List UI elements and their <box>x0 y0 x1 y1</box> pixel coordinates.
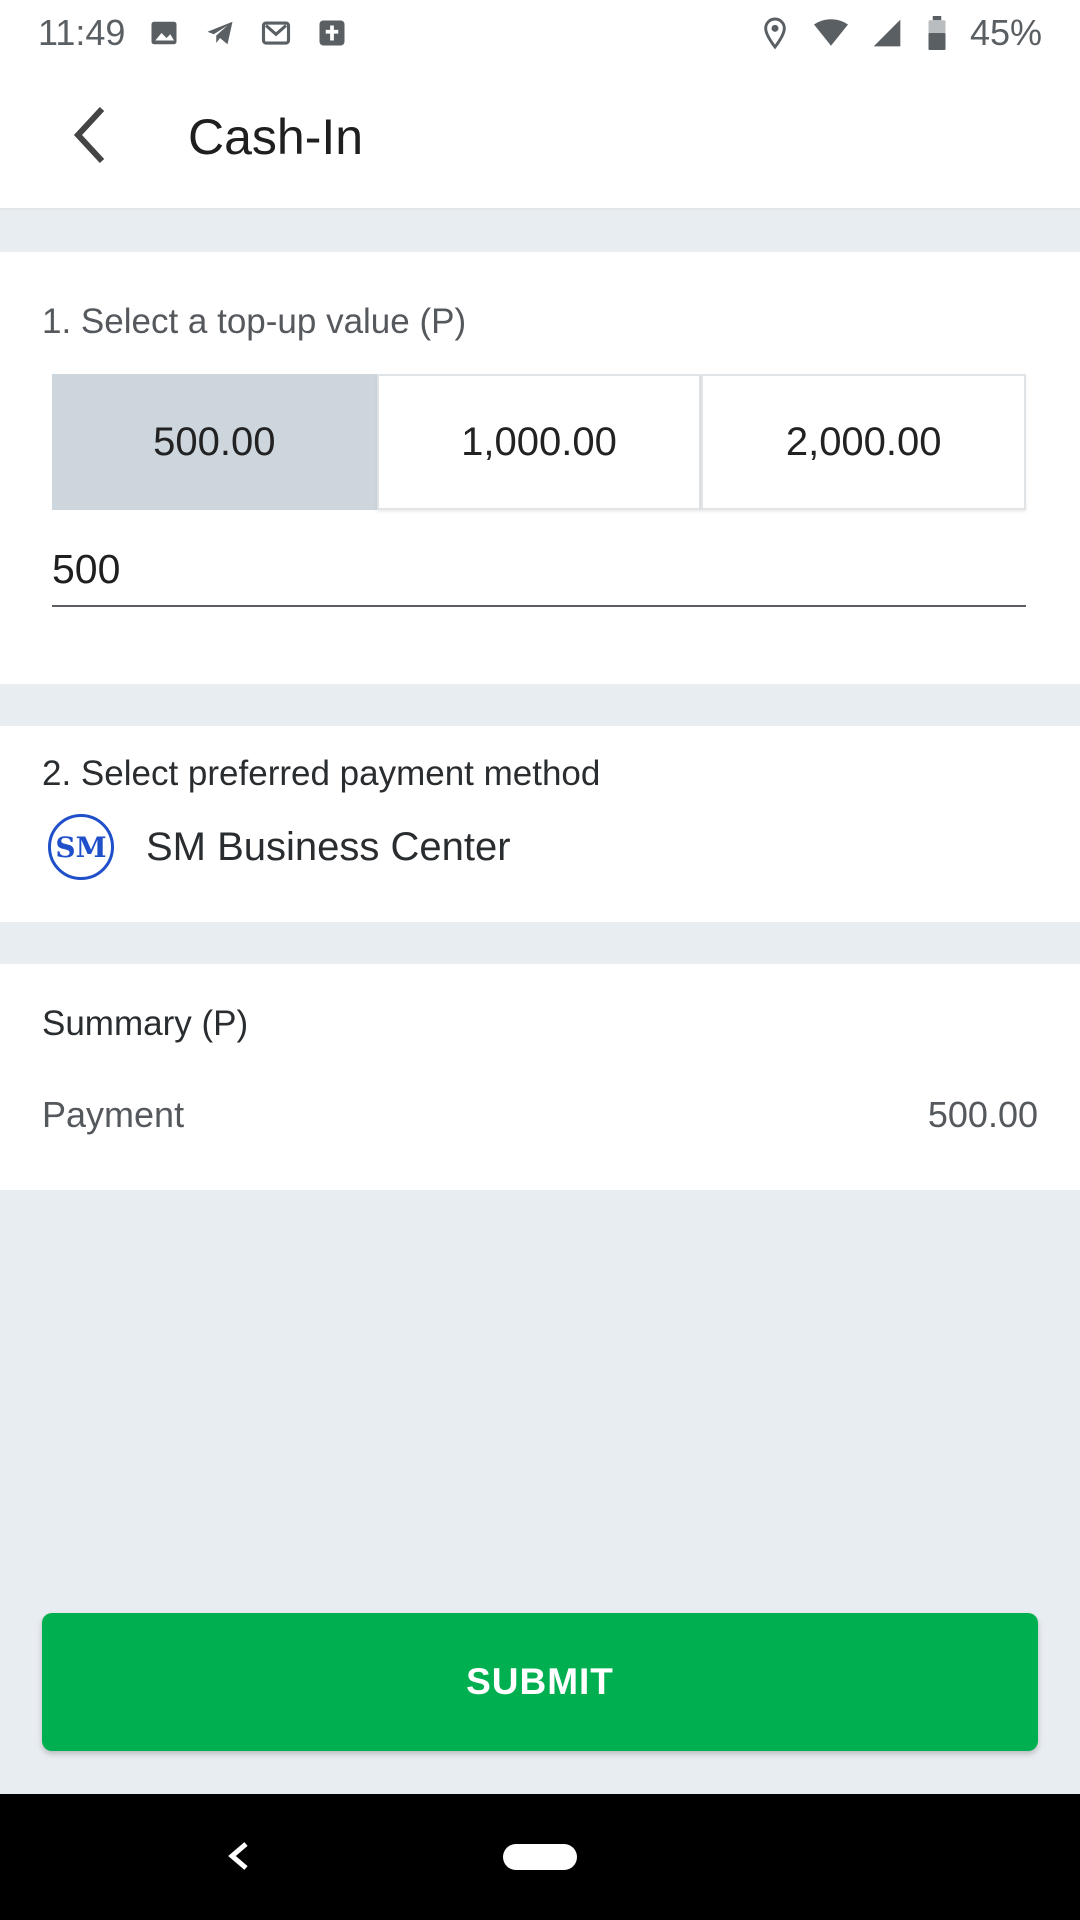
payment-method-row[interactable]: SM SM Business Center <box>42 814 1038 880</box>
app-bar: Cash-In <box>0 66 1080 210</box>
topup-options: 500.00 1,000.00 2,000.00 <box>52 374 1027 510</box>
summary-label: Summary (P) <box>42 1004 249 1043</box>
amount-field-wrapper <box>52 546 1026 607</box>
page-title: Cash-In <box>188 109 364 165</box>
sm-logo: SM <box>48 814 114 880</box>
back-button[interactable] <box>40 87 140 187</box>
status-bar-right: 45% <box>758 12 1042 54</box>
status-bar: 11:49 45% <box>0 0 1080 66</box>
telegram-icon <box>203 16 237 50</box>
location-icon <box>758 16 792 50</box>
wifi-icon <box>813 16 848 50</box>
topup-label: 1. Select a top-up value (P) <box>42 302 467 341</box>
signal-icon <box>870 16 904 50</box>
nav-back-icon <box>226 1840 250 1877</box>
navigation-bar <box>0 1794 1080 1920</box>
payment-label: 2. Select preferred payment method <box>42 754 601 793</box>
status-time: 11:49 <box>38 12 126 53</box>
amount-input[interactable] <box>52 546 1026 593</box>
battery-percent: 45% <box>969 12 1042 53</box>
battery-icon <box>926 16 948 50</box>
summary-payment-value: 500.00 <box>927 1094 1038 1135</box>
summary-section: Summary (P) Payment 500.00 <box>0 964 1080 1190</box>
summary-payment-row: Payment 500.00 <box>42 1094 1038 1136</box>
payment-section: 2. Select preferred payment method SM SM… <box>0 726 1080 922</box>
gmail-icon <box>259 16 293 50</box>
chevron-left-icon <box>70 105 110 170</box>
status-bar-left: 11:49 <box>38 12 349 54</box>
topup-option-1000[interactable]: 1,000.00 <box>376 374 702 510</box>
topup-section: 1. Select a top-up value (P) 500.00 1,00… <box>0 252 1080 684</box>
image-icon <box>147 16 181 50</box>
summary-payment-label: Payment <box>42 1094 185 1135</box>
topup-option-2000[interactable]: 2,000.00 <box>701 374 1027 510</box>
app-icon <box>315 16 349 50</box>
nav-back-button[interactable] <box>210 1830 266 1886</box>
payment-method-name: SM Business Center <box>146 824 511 869</box>
submit-button[interactable]: SUBMIT <box>42 1613 1038 1751</box>
nav-home-button[interactable] <box>503 1844 577 1870</box>
topup-option-500[interactable]: 500.00 <box>52 374 377 510</box>
